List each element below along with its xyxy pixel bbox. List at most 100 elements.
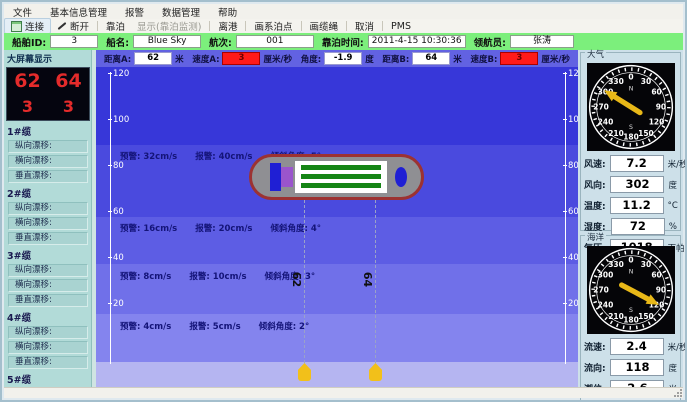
temperature-unit: °C bbox=[668, 201, 678, 211]
current-speed-value: 2.4 bbox=[610, 338, 664, 355]
menu-alarm[interactable]: 报警 bbox=[116, 5, 153, 19]
measure-bar: 距离A: 62 米 速度A: 3 厘米/秒 角度: -1.9 度 距离B: 64… bbox=[96, 50, 578, 67]
right-tick-40: 40 bbox=[568, 253, 578, 263]
draw-mooring-point-button[interactable]: 画系泊点 bbox=[248, 19, 298, 33]
cable-4-vertical-drift[interactable]: 垂直漂移: bbox=[8, 356, 88, 369]
temperature-row: 温度: 11.2 °C bbox=[584, 197, 677, 214]
compass-south-label: S bbox=[629, 307, 633, 314]
cable-3-longitudinal-drift[interactable]: 纵向漂移: bbox=[8, 264, 88, 277]
cable-4-longitudinal-drift[interactable]: 纵向漂移: bbox=[8, 326, 88, 339]
current-direction-gauge: 0 30 60 90 120 150 180 210 240 270 300 3… bbox=[587, 246, 675, 334]
cable-group-3: 3#缆 纵向漂移: 横向漂移: 垂直漂移: bbox=[6, 248, 91, 307]
cable-group-2: 2#缆 纵向漂移: 横向漂移: 垂直漂移: bbox=[6, 186, 91, 245]
right-tick-100: 100 bbox=[568, 115, 578, 125]
left-tick-20: 20 bbox=[113, 299, 124, 309]
compass-north-label: N bbox=[628, 85, 633, 92]
cable-group-5: 5#缆 纵向漂移: 横向漂移: 垂直漂移: bbox=[6, 372, 91, 388]
left-panel: 大屏幕显示 62 64 3 3 1#缆 纵向漂移: 横向漂移: 垂直漂移: 2#… bbox=[4, 50, 92, 388]
toolbar-separator bbox=[346, 21, 347, 31]
left-axis bbox=[110, 72, 111, 364]
dist-a-unit: 米 bbox=[175, 53, 184, 65]
cancel-button[interactable]: 取消 bbox=[349, 19, 380, 33]
measure-line-a bbox=[304, 200, 305, 368]
dist-b-value: 64 bbox=[412, 52, 450, 65]
tilt-2: 倾斜角度: 4° bbox=[271, 222, 322, 234]
cable-3-vertical-drift[interactable]: 垂直漂移: bbox=[8, 294, 88, 307]
ship-bridge-block bbox=[270, 163, 281, 191]
cable-group-1: 1#缆 纵向漂移: 横向漂移: 垂直漂移: bbox=[6, 124, 91, 183]
svg-text:210: 210 bbox=[608, 129, 624, 138]
cable-1-header: 1#缆 bbox=[7, 124, 91, 138]
ship-id-field[interactable]: 3 bbox=[50, 35, 98, 48]
dist-a-value: 62 bbox=[134, 52, 172, 65]
wind-direction-gauge: 0 30 60 90 120 150 180 210 240 270 300 3… bbox=[587, 63, 675, 151]
angle-label: 角度: bbox=[301, 53, 321, 65]
disconnect-label: 断开 bbox=[70, 19, 89, 33]
cable-1-lateral-drift[interactable]: 横向漂移: bbox=[8, 155, 88, 168]
menu-basic-info[interactable]: 基本信息管理 bbox=[41, 5, 116, 19]
cable-1-longitudinal-drift[interactable]: 纵向漂移: bbox=[8, 140, 88, 153]
speed-a-unit: 厘米/秒 bbox=[263, 53, 292, 65]
current-direction-label: 流向: bbox=[584, 361, 606, 374]
warn-1: 预警: 32cm/s bbox=[120, 150, 177, 162]
wind-speed-value: 7.2 bbox=[610, 155, 664, 172]
ship-name-field[interactable]: Blue Sky bbox=[133, 35, 201, 48]
toolbar-separator bbox=[209, 21, 210, 31]
warn-3: 预警: 8cm/s bbox=[120, 270, 171, 282]
svg-text:300: 300 bbox=[597, 271, 613, 280]
wind-speed-label: 风速: bbox=[584, 157, 606, 170]
speed-b-label: 速度B: bbox=[470, 53, 497, 65]
berth-button[interactable]: 靠泊 bbox=[100, 19, 131, 33]
draw-cable-button[interactable]: 画缆绳 bbox=[304, 19, 345, 33]
svg-text:330: 330 bbox=[608, 77, 624, 86]
cable-2-longitudinal-drift[interactable]: 纵向漂移: bbox=[8, 202, 88, 215]
toolbar-separator bbox=[245, 21, 246, 31]
dist-b-unit: 米 bbox=[453, 53, 462, 65]
menu-file[interactable]: 文件 bbox=[4, 5, 41, 19]
cable-2-vertical-drift[interactable]: 垂直漂移: bbox=[8, 232, 88, 245]
angle-value: -1.9 bbox=[324, 52, 362, 65]
show-berth-monitor-button: 显示(靠泊监测) bbox=[131, 19, 207, 33]
disconnect-button[interactable]: 断开 bbox=[51, 19, 95, 33]
voyage-field[interactable]: 001 bbox=[236, 35, 314, 48]
wind-speed-row: 风速: 7.2 米/秒 bbox=[584, 155, 677, 172]
humidity-value: 72 bbox=[611, 218, 665, 235]
svg-text:210: 210 bbox=[608, 312, 624, 321]
menu-data-mgmt[interactable]: 数据管理 bbox=[153, 5, 209, 19]
big-screen-title: 大屏幕显示 bbox=[7, 52, 91, 65]
speed-a-label: 速度A: bbox=[192, 53, 219, 65]
cable-5-header: 5#缆 bbox=[7, 372, 91, 386]
toolbar: 连接 断开 靠泊 显示(靠泊监测) 离港 画系泊点 画缆绳 取消 PMS bbox=[4, 19, 683, 34]
warn-4: 预警: 4cm/s bbox=[120, 320, 171, 332]
threshold-row-3: 预警: 8cm/s 报警: 10cm/s 倾斜角度: 3° bbox=[120, 270, 315, 282]
cable-3-header: 3#缆 bbox=[7, 248, 91, 262]
temperature-label: 温度: bbox=[584, 199, 606, 212]
ship-graphic[interactable] bbox=[249, 154, 424, 200]
menu-help[interactable]: 帮助 bbox=[209, 5, 246, 19]
connect-window-icon bbox=[11, 21, 22, 32]
connect-button[interactable]: 连接 bbox=[4, 18, 51, 34]
svg-text:30: 30 bbox=[640, 77, 650, 86]
cable-4-header: 4#缆 bbox=[7, 310, 91, 324]
current-speed-unit: 米/秒 bbox=[668, 341, 687, 353]
cable-1-vertical-drift[interactable]: 垂直漂移: bbox=[8, 170, 88, 183]
right-tick-120: 120 bbox=[568, 69, 578, 79]
svg-text:330: 330 bbox=[608, 260, 624, 269]
pilot-field[interactable]: 张涛 bbox=[510, 35, 574, 48]
svg-text:240: 240 bbox=[597, 118, 613, 127]
berth-time-field[interactable]: 2011-4-15 10:30:36 bbox=[368, 35, 466, 48]
svg-text:240: 240 bbox=[597, 301, 613, 310]
ship-cargo-hold bbox=[295, 161, 387, 193]
pen-icon bbox=[58, 22, 67, 30]
resize-grip-icon[interactable] bbox=[674, 389, 682, 397]
pilot-label: 领航员: bbox=[474, 35, 506, 49]
cable-2-lateral-drift[interactable]: 横向漂移: bbox=[8, 217, 88, 230]
cable-group-4: 4#缆 纵向漂移: 横向漂移: 垂直漂移: bbox=[6, 310, 91, 369]
current-direction-unit: 度 bbox=[668, 362, 677, 374]
cable-3-lateral-drift[interactable]: 横向漂移: bbox=[8, 279, 88, 292]
depart-button[interactable]: 离港 bbox=[212, 19, 243, 33]
cable-4-lateral-drift[interactable]: 横向漂移: bbox=[8, 341, 88, 354]
berth-time-label: 靠泊时间: bbox=[322, 35, 364, 49]
pms-button[interactable]: PMS bbox=[385, 21, 417, 32]
svg-text:30: 30 bbox=[640, 260, 650, 269]
